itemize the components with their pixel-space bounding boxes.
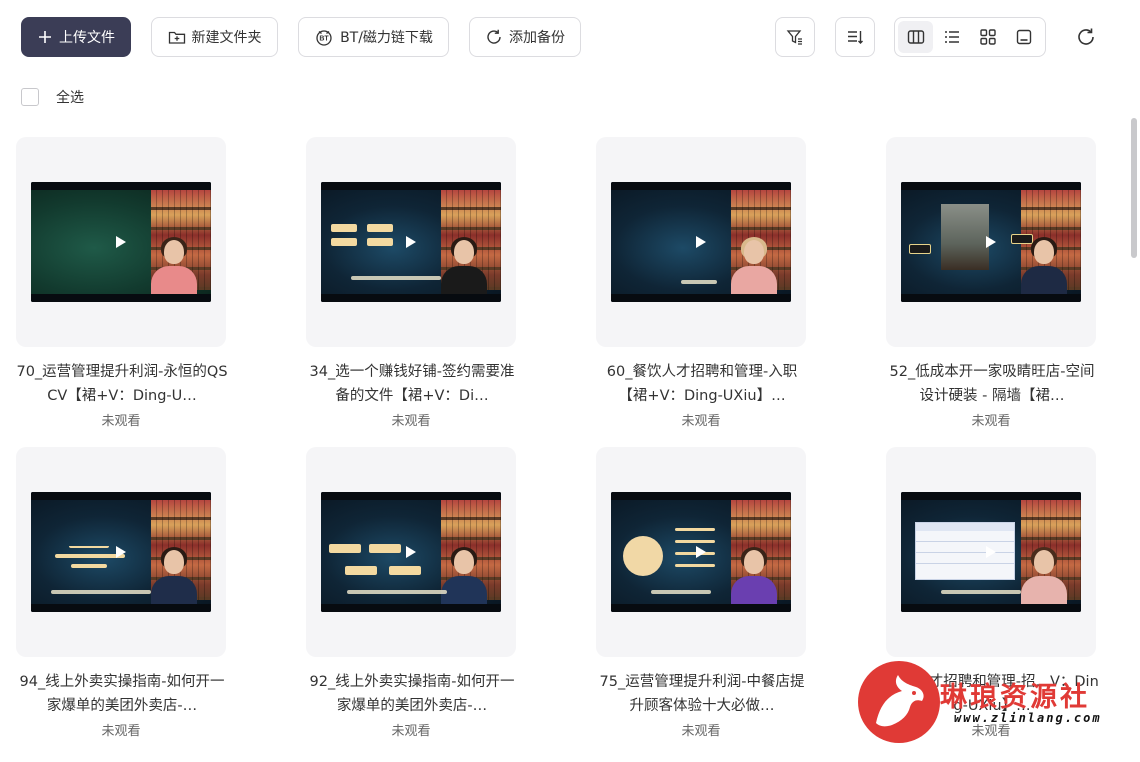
watch-status: 未观看	[101, 414, 141, 429]
view-mode-group	[894, 17, 1046, 57]
play-icon	[986, 236, 996, 248]
play-icon	[696, 546, 706, 558]
dragon-logo-icon	[858, 661, 940, 743]
watch-status: 未观看	[101, 724, 141, 739]
new-folder-label: 新建文件夹	[191, 30, 262, 46]
upload-label: 上传文件	[59, 30, 115, 46]
file-card[interactable]: 60_餐饮人才招聘和管理-入职【裙+V：Ding-UXiu】… 未观看	[596, 137, 806, 429]
file-card[interactable]: 70_运营管理提升利润-永恒的QSCV【裙+V：Ding-U… 未观看	[16, 137, 228, 429]
play-icon	[406, 236, 416, 248]
select-all-checkbox[interactable]	[21, 88, 39, 106]
video-thumbnail[interactable]	[16, 447, 226, 657]
video-preview	[901, 492, 1081, 612]
filter-icon	[786, 30, 802, 45]
watch-status: 未观看	[391, 724, 431, 739]
add-backup-button[interactable]: 添加备份	[469, 17, 581, 57]
watermark-url: www.zlinlang.com	[954, 711, 1102, 725]
bt-download-label: BT/磁力链下载	[340, 30, 433, 46]
watch-status: 未观看	[681, 414, 721, 429]
file-title[interactable]: 94_线上外卖实操指南-如何开一家爆单的美团外卖店-…	[14, 670, 230, 718]
bt-download-button[interactable]: BT BT/磁力链下载	[298, 17, 449, 57]
refresh-button[interactable]	[1074, 25, 1098, 49]
file-card[interactable]: 52_低成本开一家吸睛旺店-空间设计硬装 - 隔墙【裙… 未观看	[886, 137, 1096, 429]
sort-button[interactable]	[835, 17, 875, 57]
watch-status: 未观看	[971, 414, 1011, 429]
play-icon	[116, 236, 126, 248]
view-columns-button[interactable]	[898, 21, 933, 53]
columns-view-icon	[907, 30, 924, 44]
video-thumbnail[interactable]	[596, 137, 806, 347]
video-preview	[901, 182, 1081, 302]
video-preview	[31, 492, 211, 612]
backup-sync-icon	[487, 29, 501, 44]
grid-view-icon	[979, 29, 996, 45]
watermark: 琳琅资源社 www.zlinlang.com	[858, 661, 1118, 745]
file-card[interactable]: 34_选一个赚钱好铺-签约需要准备的文件【裙+V：Di… 未观看	[306, 137, 516, 429]
filter-button[interactable]	[775, 17, 815, 57]
video-thumbnail[interactable]	[306, 137, 516, 347]
add-backup-label: 添加备份	[509, 30, 565, 46]
video-thumbnail[interactable]	[886, 137, 1096, 347]
plus-icon	[39, 31, 51, 43]
new-folder-button[interactable]: 新建文件夹	[151, 17, 278, 57]
sort-icon	[848, 31, 863, 44]
file-card[interactable]: 94_线上外卖实操指南-如何开一家爆单的美团外卖店-… 未观看	[16, 447, 226, 739]
view-grid-button[interactable]	[970, 21, 1005, 53]
video-thumbnail[interactable]	[596, 447, 806, 657]
play-icon	[116, 546, 126, 558]
video-preview	[31, 182, 211, 302]
play-icon	[406, 546, 416, 558]
view-preview-button[interactable]	[1006, 21, 1041, 53]
video-preview	[611, 182, 791, 302]
watch-status: 未观看	[681, 724, 721, 739]
video-preview	[321, 182, 501, 302]
select-all-label[interactable]: 全选	[56, 87, 84, 107]
upload-button[interactable]: 上传文件	[21, 17, 131, 57]
file-title[interactable]: 75_运营管理提升利润-中餐店提升顾客体验十大必做…	[594, 670, 810, 718]
video-thumbnail[interactable]	[886, 447, 1096, 657]
file-card[interactable]: 75_运营管理提升利润-中餐店提升顾客体验十大必做… 未观看	[596, 447, 806, 739]
file-title[interactable]: 34_选一个赚钱好铺-签约需要准备的文件【裙+V：Di…	[304, 360, 520, 408]
play-icon	[696, 236, 706, 248]
svg-text:BT: BT	[319, 36, 329, 43]
video-preview	[611, 492, 791, 612]
toolbar: 上传文件 新建文件夹 BT BT/磁力链下载 添加备份	[21, 17, 1140, 57]
file-title[interactable]: 92_线上外卖实操指南-如何开一家爆单的美团外卖店-…	[304, 670, 520, 718]
file-card[interactable]: 92_线上外卖实操指南-如何开一家爆单的美团外卖店-… 未观看	[306, 447, 516, 739]
refresh-icon	[1078, 28, 1094, 45]
file-title[interactable]: 52_低成本开一家吸睛旺店-空间设计硬装 - 隔墙【裙…	[884, 360, 1100, 408]
list-view-icon	[944, 31, 959, 43]
play-icon	[986, 546, 996, 558]
select-all: 全选	[21, 87, 84, 107]
preview-view-icon	[1016, 29, 1031, 45]
scrollbar-thumb[interactable]	[1131, 118, 1137, 258]
video-preview	[321, 492, 501, 612]
file-title[interactable]: 70_运营管理提升利润-永恒的QSCV【裙+V：Ding-U…	[14, 360, 230, 408]
file-title[interactable]: 60_餐饮人才招聘和管理-入职【裙+V：Ding-UXiu】…	[594, 360, 810, 408]
watch-status: 未观看	[391, 414, 431, 429]
video-thumbnail[interactable]	[306, 447, 516, 657]
view-list-button[interactable]	[934, 21, 969, 53]
watermark-brand: 琳琅资源社	[940, 682, 1090, 713]
video-thumbnail[interactable]	[16, 137, 226, 347]
bt-magnet-icon: BT	[316, 30, 332, 46]
folder-plus-icon	[168, 31, 185, 44]
